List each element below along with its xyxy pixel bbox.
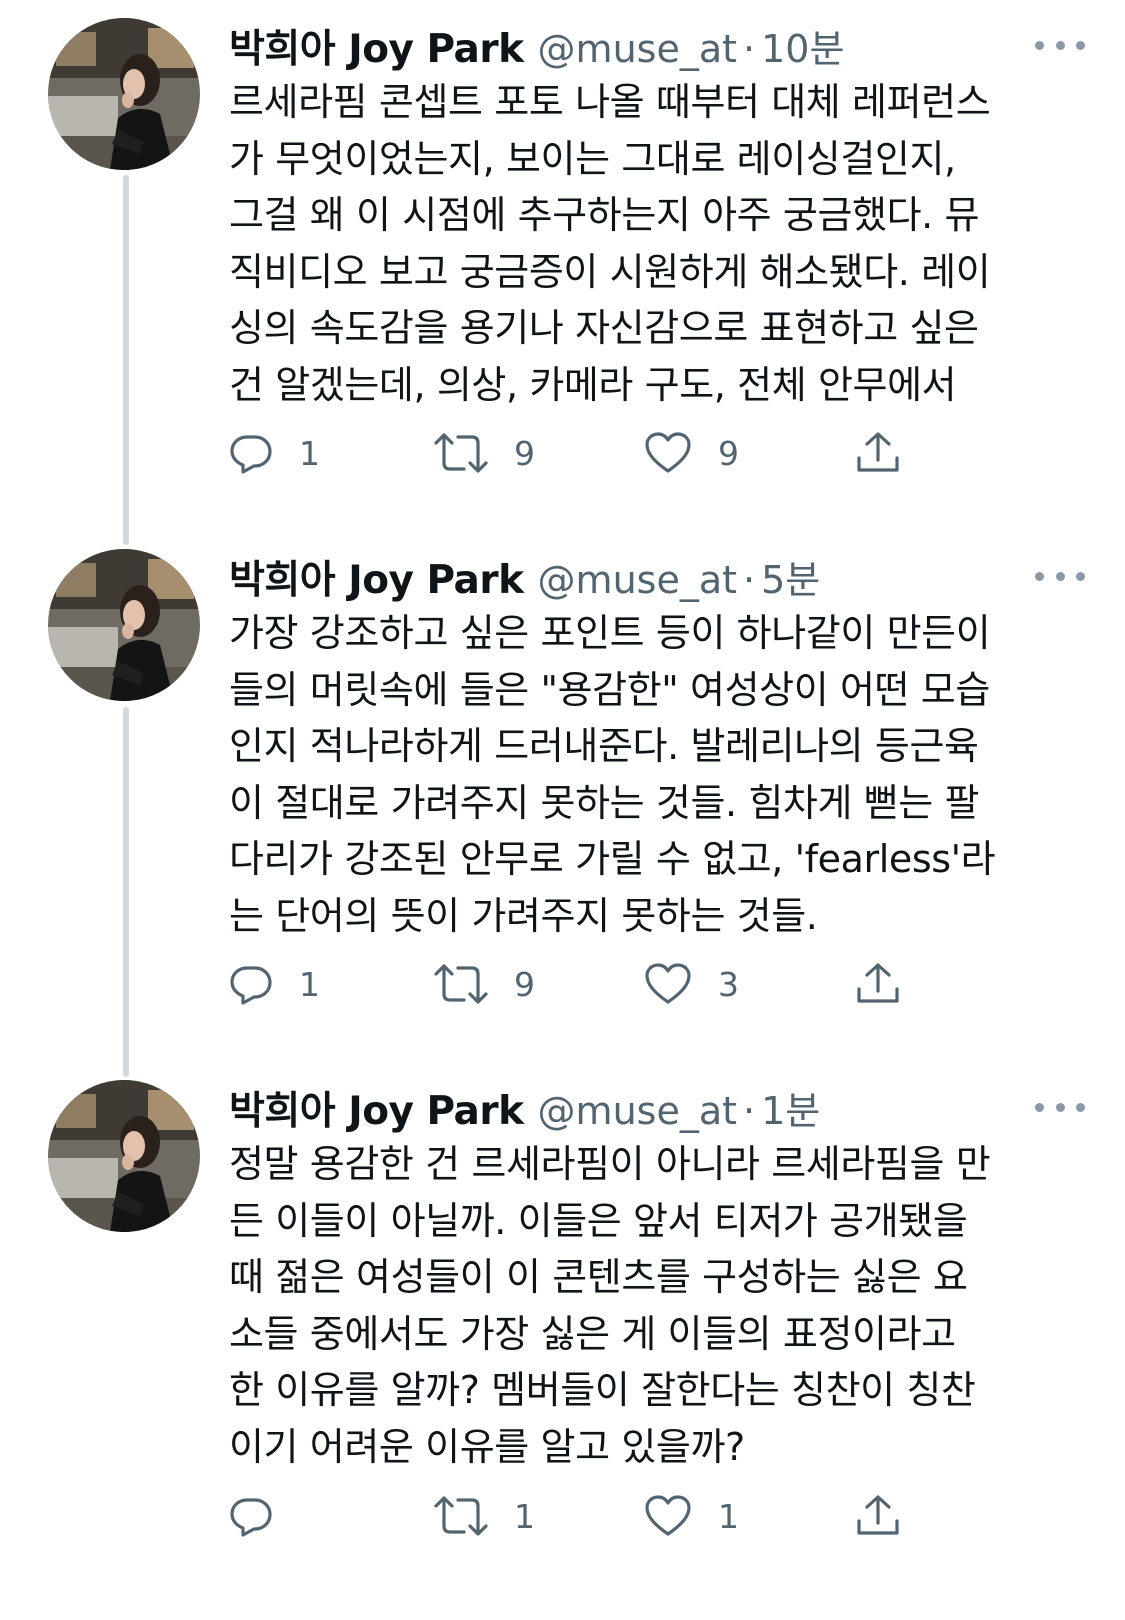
author-handle[interactable]: @muse_at: [538, 1089, 737, 1133]
share-icon: [857, 432, 899, 472]
like-button[interactable]: 1: [644, 1486, 739, 1546]
author-handle[interactable]: @muse_at: [538, 27, 737, 71]
reply-count: 1: [299, 433, 320, 473]
tweet-header: 박희아 Joy Park @muse_at · 5분: [229, 549, 820, 604]
retweet-icon: [434, 964, 488, 1004]
reply-icon: [230, 1498, 272, 1537]
tweet[interactable]: 박희아 Joy Park @muse_at · 10분 르세라핌 콘셉트 포토 …: [0, 18, 1125, 488]
avatar[interactable]: [48, 1080, 200, 1232]
retweet-icon: [434, 1496, 488, 1536]
avatar-photo: [48, 18, 200, 170]
retweet-button[interactable]: 9: [434, 954, 535, 1014]
retweet-count: 9: [514, 964, 535, 1004]
more-options-icon[interactable]: [1035, 1100, 1085, 1114]
author-name[interactable]: 박희아 Joy Park: [229, 1080, 524, 1136]
reply-icon: [230, 966, 272, 1005]
share-icon: [857, 963, 899, 1003]
like-count: 9: [718, 433, 739, 473]
tweet-text: 가장 강조하고 싶은 포인트 등이 하나같이 만든이 들의 머릿속에 들은 "용…: [229, 611, 996, 938]
author-name[interactable]: 박희아 Joy Park: [229, 18, 524, 74]
avatar[interactable]: [48, 18, 200, 170]
tweet-header: 박희아 Joy Park @muse_at · 10분: [229, 18, 844, 73]
heart-icon: [645, 1495, 691, 1536]
retweet-button[interactable]: 1: [434, 1486, 535, 1546]
like-count: 1: [718, 1496, 739, 1536]
author-handle[interactable]: @muse_at: [538, 558, 737, 602]
separator-dot: ·: [743, 27, 756, 71]
retweet-count: 1: [514, 1496, 535, 1536]
like-button[interactable]: 3: [644, 954, 739, 1014]
retweet-icon: [434, 433, 488, 473]
avatar-photo: [48, 1080, 200, 1232]
timestamp[interactable]: 10분: [761, 18, 844, 73]
tweet-header: 박희아 Joy Park @muse_at · 1분: [229, 1080, 820, 1135]
timestamp[interactable]: 1분: [761, 1080, 820, 1135]
reply-count: 1: [299, 964, 320, 1004]
retweet-count: 9: [514, 433, 535, 473]
heart-icon: [645, 963, 691, 1004]
more-options-icon[interactable]: [1035, 569, 1085, 583]
author-name[interactable]: 박희아 Joy Park: [229, 549, 524, 605]
reply-button[interactable]: 1: [229, 954, 320, 1014]
reply-icon: [230, 435, 272, 474]
reply-button[interactable]: 1: [229, 423, 320, 483]
tweet-actions: 1 1: [229, 1486, 949, 1546]
separator-dot: ·: [743, 1089, 756, 1133]
separator-dot: ·: [743, 558, 756, 602]
tweet-actions: 1 9 3: [229, 954, 949, 1014]
avatar-photo: [48, 549, 200, 701]
share-icon: [857, 1495, 899, 1535]
like-count: 3: [718, 964, 739, 1004]
tweet[interactable]: 박희아 Joy Park @muse_at · 5분 가장 강조하고 싶은 포인…: [0, 549, 1125, 1019]
tweet[interactable]: 박희아 Joy Park @muse_at · 1분 정말 용감한 건 르세라핌…: [0, 1080, 1125, 1600]
more-options-icon[interactable]: [1035, 38, 1085, 52]
heart-icon: [645, 432, 691, 473]
tweet-text: 정말 용감한 건 르세라핌이 아니라 르세라핌을 만 든 이들이 아닐까. 이들…: [229, 1142, 991, 1469]
reply-button[interactable]: [229, 1486, 299, 1546]
like-button[interactable]: 9: [644, 423, 739, 483]
tweet-text: 르세라핌 콘셉트 포토 나올 때부터 대체 레퍼런스 가 무엇이었는지, 보이는…: [229, 80, 991, 407]
share-button[interactable]: [855, 954, 901, 1014]
timestamp[interactable]: 5분: [761, 549, 820, 604]
avatar[interactable]: [48, 549, 200, 701]
retweet-button[interactable]: 9: [434, 423, 535, 483]
share-button[interactable]: [855, 1486, 901, 1546]
share-button[interactable]: [855, 423, 901, 483]
tweet-actions: 1 9 9: [229, 423, 949, 483]
